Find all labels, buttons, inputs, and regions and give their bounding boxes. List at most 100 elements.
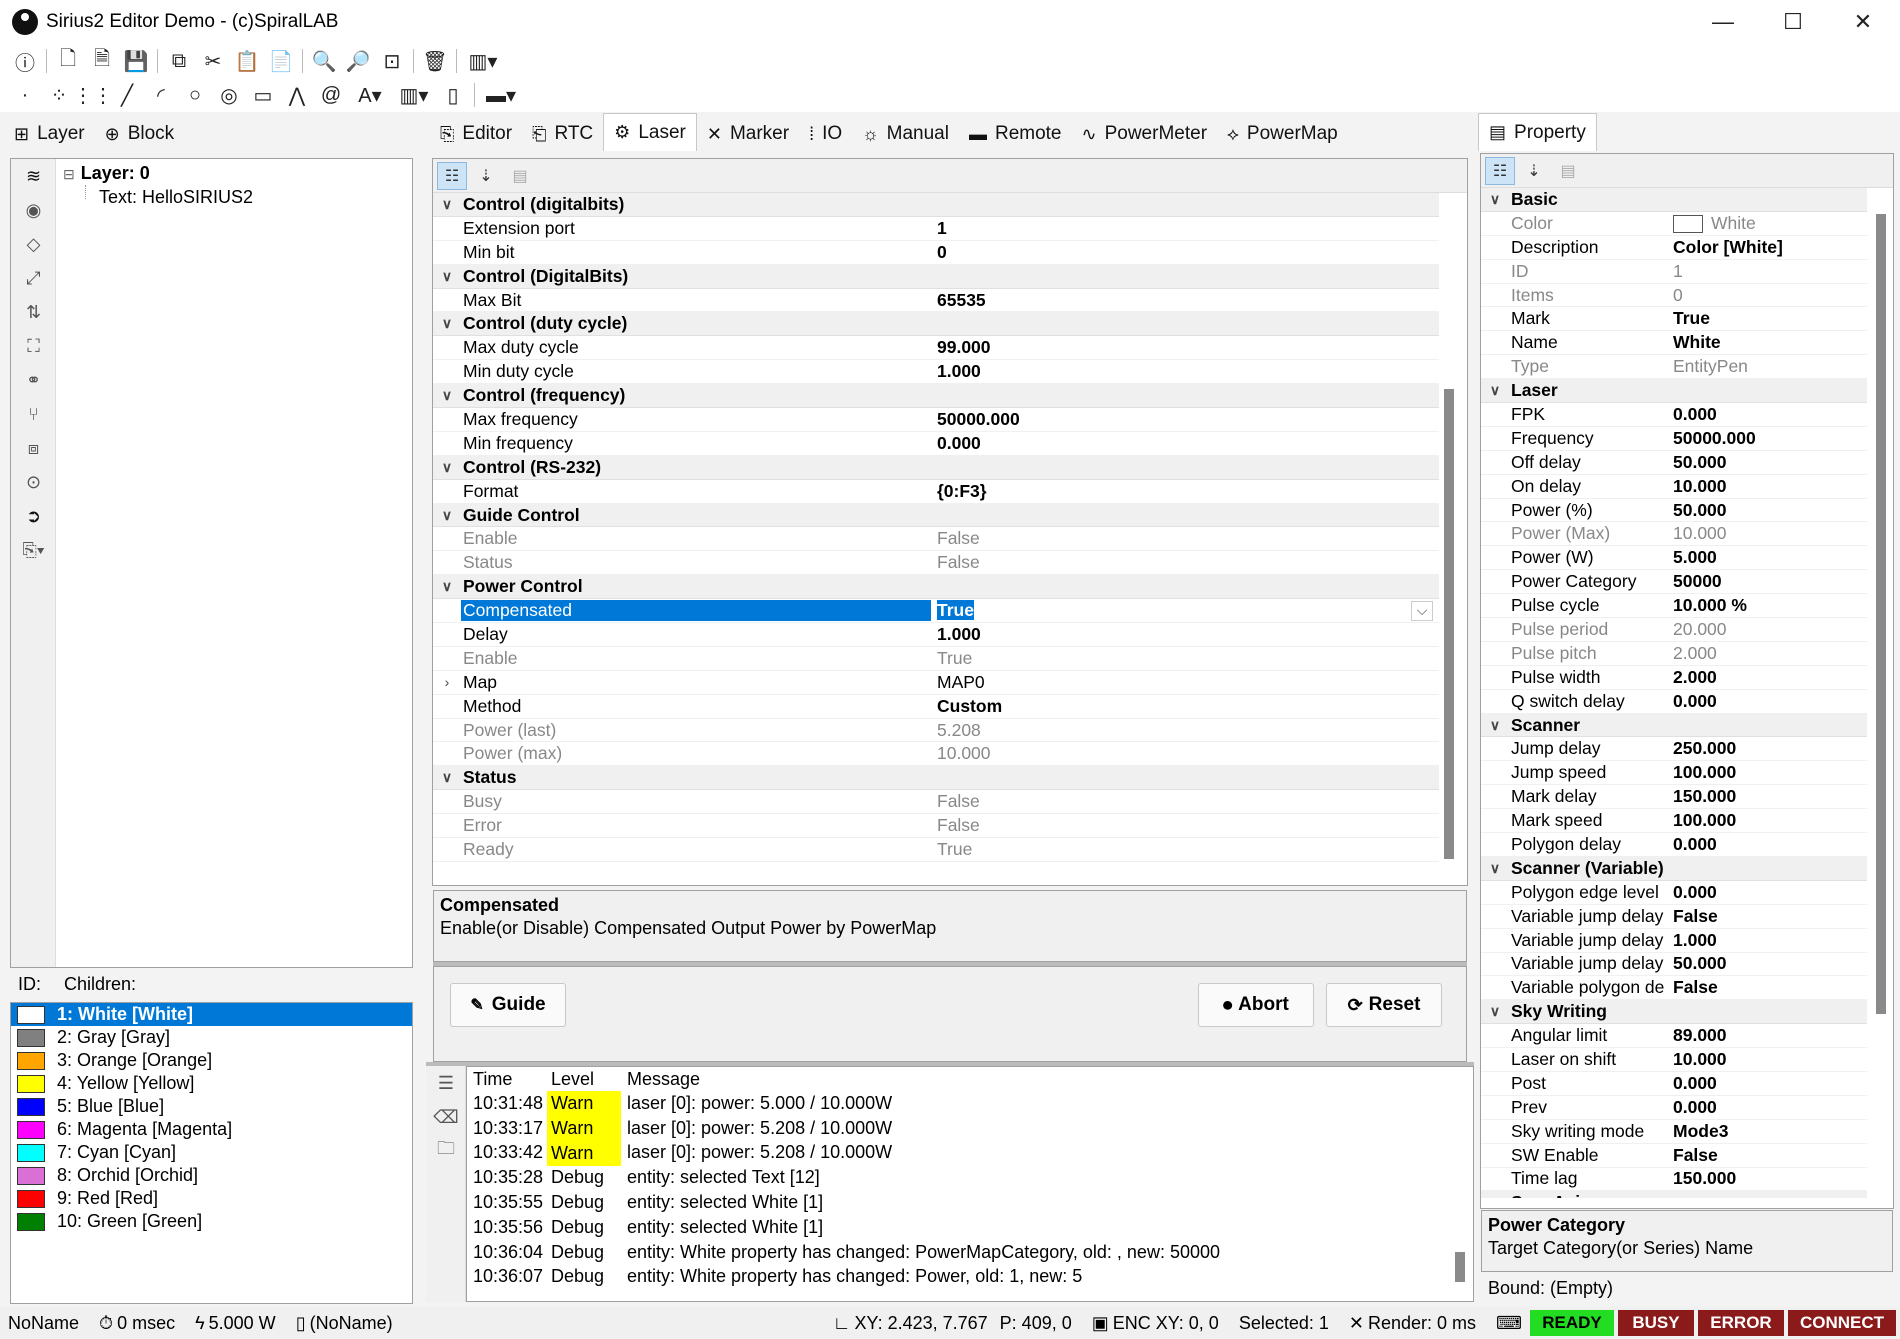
property-value[interactable]: 0.000 (1667, 1097, 1717, 1118)
property-category[interactable]: ∨ Control (DigitalBits) (433, 264, 1439, 289)
property-row[interactable]: Variable jump delay 1.000 (1481, 929, 1867, 953)
property-value[interactable]: 99.000 (931, 337, 991, 358)
prop-pages-icon[interactable]: ▤ (1553, 157, 1583, 185)
path-icon[interactable]: ⤢ (11, 261, 56, 295)
property-row[interactable]: Status False (433, 551, 1439, 576)
property-category[interactable]: ∨SyncAxis (1481, 1191, 1867, 1198)
property-value[interactable]: 150.000 (1667, 1168, 1736, 1189)
property-row[interactable]: Prev 0.000 (1481, 1096, 1867, 1120)
save-icon[interactable]: 💾 (119, 46, 153, 76)
export-dropdown-icon[interactable]: ⎘▾ (11, 533, 56, 567)
property-row[interactable]: Time lag 150.000 (1481, 1168, 1867, 1192)
property-value[interactable]: 10.000 % (1667, 595, 1747, 616)
property-row[interactable]: Off delay 50.000 (1481, 451, 1867, 475)
property-value[interactable]: 50.000 (1667, 500, 1727, 521)
zoom-fit-icon[interactable]: ⊡ (375, 46, 409, 76)
log-folder-icon[interactable]: 🗀 (426, 1134, 466, 1168)
target-icon[interactable]: ⊙ (11, 465, 56, 499)
property-value[interactable]: MAP0 (931, 672, 985, 693)
pen-item[interactable]: 5: Blue [Blue] (11, 1095, 412, 1118)
split-icon[interactable]: ⑂ (11, 397, 56, 431)
arrow-circle-icon[interactable]: ➲ (11, 499, 56, 533)
control-dropdown-icon[interactable]: ▬▾ (479, 80, 523, 110)
pen-item[interactable]: 10: Green [Green] (11, 1210, 412, 1233)
points-icon[interactable]: ⁘ (42, 80, 76, 110)
abort-button[interactable]: ⏺ Abort (1198, 983, 1314, 1027)
3d-icon[interactable]: ◉ (11, 193, 56, 227)
property-value[interactable]: False (1667, 906, 1718, 927)
property-value[interactable]: 0.000 (1667, 691, 1717, 712)
paste-special-icon[interactable]: 📄 (264, 46, 298, 76)
property-row[interactable]: Power (last) 5.208 (433, 719, 1439, 743)
cut-icon[interactable]: ✂ (196, 46, 230, 76)
spiral-icon[interactable]: @ (314, 80, 348, 110)
tab-remote[interactable]: ▬ Remote (959, 117, 1072, 151)
log-scrollbar[interactable] (1455, 1252, 1465, 1282)
pen-item[interactable]: 8: Orchid [Orchid] (11, 1164, 412, 1187)
collapse-chevron-icon[interactable]: ∨ (1481, 1194, 1509, 1198)
pen-item[interactable]: 4: Yellow [Yellow] (11, 1072, 412, 1095)
text-dropdown-icon[interactable]: A▾ (348, 80, 392, 110)
pen-item[interactable]: 2: Gray [Gray] (11, 1026, 412, 1049)
property-value[interactable]: 1.000 (931, 361, 981, 382)
property-row[interactable]: Min frequency 0.000 (433, 432, 1439, 456)
property-pages-icon[interactable]: ▤ (505, 162, 535, 190)
property-category[interactable]: ∨ Guide Control (433, 503, 1439, 528)
alphabetical-icon[interactable]: ⇣ (471, 162, 501, 190)
log-row[interactable]: 10:36:04 Debug entity: White property has … (467, 1240, 1473, 1265)
property-value[interactable]: False (1667, 1145, 1718, 1166)
property-row[interactable]: Min bit 0 (433, 241, 1439, 265)
property-row[interactable]: Power (%) 50.000 (1481, 499, 1867, 523)
property-value[interactable]: 50000.000 (1667, 428, 1756, 449)
tab-editor[interactable]: ⎘ Editor (430, 117, 522, 151)
explode-icon[interactable]: ⛶ (11, 329, 56, 363)
property-category[interactable]: ∨ Sky Writing (1481, 1000, 1867, 1025)
collapse-chevron-icon[interactable]: ∨ (433, 268, 461, 285)
property-value[interactable]: 10.000 (1667, 476, 1727, 497)
property-row[interactable]: Post 0.000 (1481, 1072, 1867, 1096)
property-row[interactable]: Jump delay 250.000 (1481, 737, 1867, 762)
delete-icon[interactable]: 🗑 (418, 46, 452, 76)
tab-rtc[interactable]: ⎗ RTC (522, 117, 603, 151)
property-row[interactable]: Pulse cycle 10.000 % (1481, 594, 1867, 619)
polyline-icon[interactable]: ⋀ (280, 80, 314, 110)
collapse-chevron-icon[interactable]: ∨ (433, 507, 461, 524)
dropdown-chevron-icon[interactable]: ⌵ (1411, 600, 1433, 621)
property-category[interactable]: ∨ Control (duty cycle) (433, 312, 1439, 337)
property-value[interactable]: 50.000 (1667, 953, 1727, 974)
log-row[interactable]: 10:33:17 Warn laser [0]: power: 5.208 / 10… (467, 1115, 1473, 1141)
property-row[interactable]: Jump speed 100.000 (1481, 761, 1867, 786)
property-category[interactable]: ∨ Control (digitalbits) (433, 193, 1439, 217)
paste-icon[interactable]: 📋 (230, 46, 264, 76)
property-value[interactable]: 1 (1667, 261, 1683, 282)
property-value[interactable]: True (931, 648, 972, 669)
expand-chevron-icon[interactable]: › (433, 674, 461, 690)
property-value[interactable]: False (931, 815, 980, 836)
property-row[interactable]: Power (Max) 10.000 (1481, 522, 1867, 547)
property-row[interactable]: Max duty cycle 99.000 (433, 336, 1439, 361)
tab-layer[interactable]: ⊞ Layer (4, 117, 95, 151)
close-button[interactable]: ✕ (1828, 0, 1898, 44)
property-row[interactable]: Sky writing mode Mode3 (1481, 1120, 1867, 1144)
property-value[interactable]: 2.000 (1667, 667, 1717, 688)
categorized-icon[interactable]: ☷ (437, 161, 467, 190)
property-value[interactable]: 1.000 (1667, 930, 1717, 951)
new-file-icon[interactable]: 🗋 (51, 46, 85, 76)
property-row[interactable]: Busy False (433, 790, 1439, 815)
collapse-chevron-icon[interactable]: ∨ (1481, 1003, 1509, 1020)
zoom-in-icon[interactable]: 🔎 (341, 46, 375, 76)
collapse-chevron-icon[interactable]: ∨ (433, 578, 461, 595)
property-row[interactable]: SW Enable False (1481, 1144, 1867, 1168)
collapse-chevron-icon[interactable]: ∨ (1481, 191, 1509, 208)
property-category[interactable]: ∨ Laser (1481, 379, 1867, 404)
property-row[interactable]: Name White (1481, 331, 1867, 356)
reset-button[interactable]: ⟳ Reset (1326, 983, 1442, 1027)
property-value[interactable]: 0.000 (1667, 882, 1717, 903)
property-row[interactable]: Polygon delay 0.000 (1481, 833, 1867, 857)
property-value[interactable]: Mode3 (1667, 1121, 1728, 1142)
property-value[interactable]: True (931, 839, 972, 860)
property-value[interactable]: 5.000 (1667, 547, 1717, 568)
property-row[interactable]: Error False (433, 814, 1439, 839)
property-value[interactable]: 100.000 (1667, 810, 1736, 831)
open-file-icon[interactable]: 🗎 (85, 46, 119, 76)
